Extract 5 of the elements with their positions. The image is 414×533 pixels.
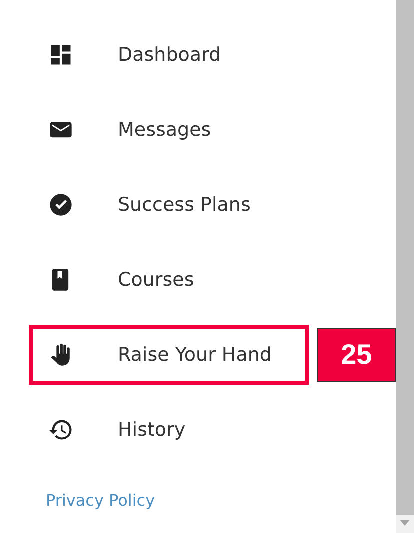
scrollbar-thumb[interactable]	[396, 0, 414, 515]
number-badge: 25	[317, 328, 396, 382]
privacy-policy-link[interactable]: Privacy Policy	[46, 491, 156, 510]
nav-item[interactable]: Raise Your Hand	[29, 325, 310, 385]
scroll-down-icon[interactable]	[400, 520, 410, 526]
